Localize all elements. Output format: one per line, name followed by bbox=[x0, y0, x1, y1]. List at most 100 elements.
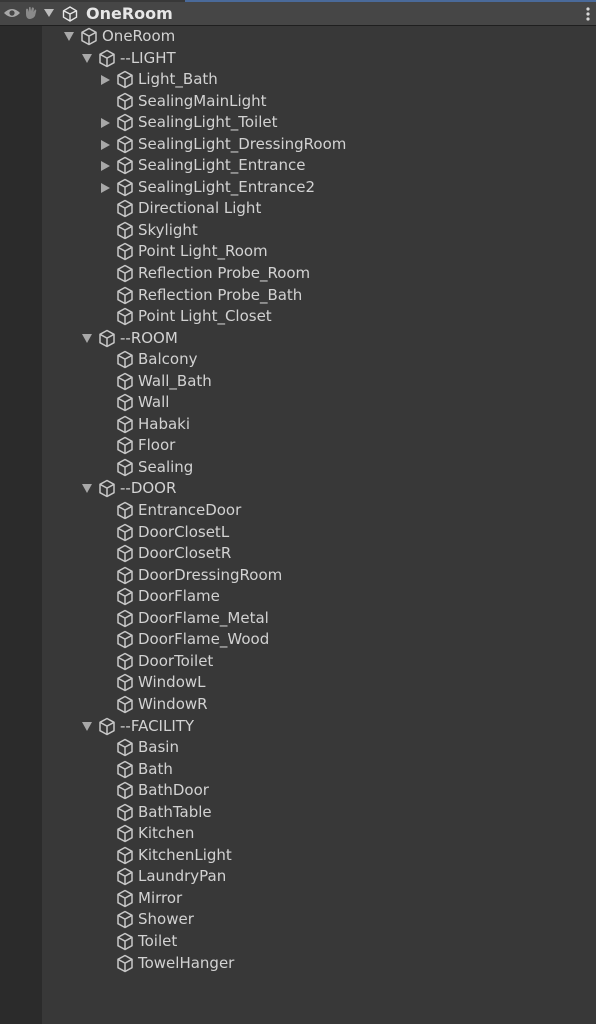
scene-header-row[interactable]: OneRoom bbox=[0, 2, 596, 26]
hierarchy-row[interactable]: Light_Bath bbox=[0, 69, 596, 91]
collapse-arrow-icon[interactable] bbox=[101, 182, 110, 193]
collapse-arrow-icon[interactable] bbox=[101, 139, 110, 150]
hierarchy-row[interactable]: DoorFlame_Wood bbox=[0, 629, 596, 651]
hierarchy-item-label: SealingLight_DressingRoom bbox=[138, 134, 347, 153]
hierarchy-item-label: BathTable bbox=[138, 802, 212, 821]
hierarchy-row[interactable]: EntranceDoor bbox=[0, 500, 596, 522]
expand-arrow-icon[interactable] bbox=[82, 333, 92, 343]
collapse-arrow-icon[interactable] bbox=[101, 118, 110, 129]
scene-title: OneRoom bbox=[86, 4, 173, 23]
hierarchy-item-label: EntranceDoor bbox=[138, 501, 242, 520]
cube-icon bbox=[117, 350, 133, 369]
hierarchy-item-label: SealingMainLight bbox=[138, 91, 267, 110]
cube-icon bbox=[117, 523, 133, 541]
hierarchy-row[interactable]: Reflection Probe_Bath bbox=[0, 285, 596, 307]
cube-icon bbox=[117, 286, 133, 304]
collapse-arrow-icon[interactable] bbox=[101, 161, 110, 172]
hierarchy-row[interactable]: Bath bbox=[0, 759, 596, 781]
hierarchy-row[interactable]: SealingLight_Entrance2 bbox=[0, 177, 596, 199]
hierarchy-row[interactable]: DoorFlame_Metal bbox=[0, 608, 596, 630]
hierarchy-row[interactable]: Point Light_Closet bbox=[0, 306, 596, 328]
hierarchy-row[interactable]: Wall bbox=[0, 392, 596, 414]
hierarchy-row[interactable]: DoorClosetL bbox=[0, 522, 596, 544]
cube-icon bbox=[117, 200, 133, 218]
cube-icon bbox=[117, 954, 133, 972]
hierarchy-row[interactable]: Mirror bbox=[0, 888, 596, 910]
cube-icon bbox=[117, 738, 133, 757]
hierarchy-row[interactable]: LaundryPan bbox=[0, 866, 596, 888]
cube-icon bbox=[99, 329, 115, 347]
scene-fold-arrow-icon[interactable] bbox=[44, 9, 54, 17]
hierarchy-row[interactable]: TowelHanger bbox=[0, 953, 596, 975]
hierarchy-row[interactable]: --DOOR bbox=[0, 478, 596, 500]
hierarchy-row[interactable]: OneRoom bbox=[0, 26, 596, 48]
hand-icon[interactable] bbox=[23, 6, 41, 20]
cube-icon bbox=[117, 372, 133, 390]
cube-icon bbox=[117, 243, 133, 261]
cube-icon bbox=[117, 135, 133, 153]
hierarchy-row[interactable]: Toilet bbox=[0, 931, 596, 953]
hierarchy-row[interactable]: WindowR bbox=[0, 694, 596, 716]
cube-icon bbox=[117, 458, 133, 477]
hierarchy-item-label: DoorToilet bbox=[138, 651, 214, 670]
hierarchy-row[interactable]: Point Light_Room bbox=[0, 241, 596, 263]
cube-icon bbox=[117, 868, 133, 886]
hierarchy-row[interactable]: DoorToilet bbox=[0, 651, 596, 673]
cube-icon bbox=[117, 911, 133, 929]
hierarchy-row[interactable]: KitchenLight bbox=[0, 845, 596, 867]
hierarchy-row[interactable]: DoorClosetR bbox=[0, 543, 596, 565]
cube-icon bbox=[117, 437, 133, 455]
cube-icon bbox=[117, 760, 133, 778]
hierarchy-row[interactable]: Habaki bbox=[0, 414, 596, 436]
collapse-arrow-icon[interactable] bbox=[101, 75, 110, 86]
hierarchy-item-label: LaundryPan bbox=[138, 867, 227, 886]
hierarchy-item-label: Wall bbox=[138, 393, 170, 412]
expand-arrow-icon[interactable] bbox=[82, 721, 92, 731]
hierarchy-row[interactable]: Balcony bbox=[0, 349, 596, 371]
hierarchy-item-label: Point Light_Room bbox=[138, 242, 268, 261]
hierarchy-item-label: Sealing bbox=[138, 457, 194, 476]
hierarchy-row[interactable]: Kitchen bbox=[0, 823, 596, 845]
hierarchy-item-label: Floor bbox=[138, 436, 176, 455]
hierarchy-row[interactable]: BathTable bbox=[0, 802, 596, 824]
hierarchy-row[interactable]: Basin bbox=[0, 737, 596, 759]
hierarchy-row[interactable]: SealingLight_Entrance bbox=[0, 155, 596, 177]
cube-icon bbox=[117, 652, 133, 671]
hierarchy-row[interactable]: Floor bbox=[0, 435, 596, 457]
hierarchy-row[interactable]: Directional Light bbox=[0, 198, 596, 220]
hierarchy-row[interactable]: --FACILITY bbox=[0, 716, 596, 738]
hierarchy-row[interactable]: --ROOM bbox=[0, 328, 596, 350]
hierarchy-item-label: Point Light_Closet bbox=[138, 307, 272, 326]
hierarchy-row[interactable]: DoorDressingRoom bbox=[0, 565, 596, 587]
kebab-menu-icon[interactable] bbox=[586, 5, 590, 23]
hierarchy-row[interactable]: DoorFlame bbox=[0, 586, 596, 608]
cube-icon bbox=[99, 49, 115, 67]
hierarchy-item-label: Mirror bbox=[138, 888, 183, 907]
cube-icon bbox=[99, 717, 115, 735]
hierarchy-row[interactable]: SealingMainLight bbox=[0, 91, 596, 113]
expand-arrow-icon[interactable] bbox=[82, 484, 92, 494]
hierarchy-tree: OneRoom --LIGHT Light_Bath SealingMainLight… bbox=[0, 26, 596, 974]
expand-arrow-icon[interactable] bbox=[64, 32, 74, 41]
hierarchy-row[interactable]: Reflection Probe_Room bbox=[0, 263, 596, 285]
hierarchy-row[interactable]: SealingLight_DressingRoom bbox=[0, 134, 596, 156]
cube-icon bbox=[117, 501, 133, 520]
hierarchy-row[interactable]: --LIGHT bbox=[0, 48, 596, 70]
hierarchy-item-label: SealingLight_Entrance bbox=[138, 156, 306, 175]
hierarchy-row[interactable]: BathDoor bbox=[0, 780, 596, 802]
expand-arrow-icon[interactable] bbox=[82, 53, 92, 63]
hierarchy-row[interactable]: Wall_Bath bbox=[0, 371, 596, 393]
hierarchy-row[interactable]: WindowL bbox=[0, 672, 596, 694]
hierarchy-row[interactable]: Shower bbox=[0, 909, 596, 931]
hierarchy-item-label: DoorClosetL bbox=[138, 522, 230, 541]
hierarchy-row[interactable]: Sealing bbox=[0, 457, 596, 479]
hierarchy-row[interactable]: SealingLight_Toilet bbox=[0, 112, 596, 134]
hierarchy-row[interactable]: Skylight bbox=[0, 220, 596, 242]
cube-icon bbox=[117, 609, 133, 628]
hierarchy-item-label: --FACILITY bbox=[120, 716, 195, 735]
eye-icon[interactable] bbox=[3, 7, 21, 19]
cube-icon bbox=[117, 157, 133, 175]
cube-icon bbox=[117, 587, 133, 606]
cube-icon bbox=[81, 27, 97, 46]
hierarchy-item-label: BathDoor bbox=[138, 781, 209, 800]
